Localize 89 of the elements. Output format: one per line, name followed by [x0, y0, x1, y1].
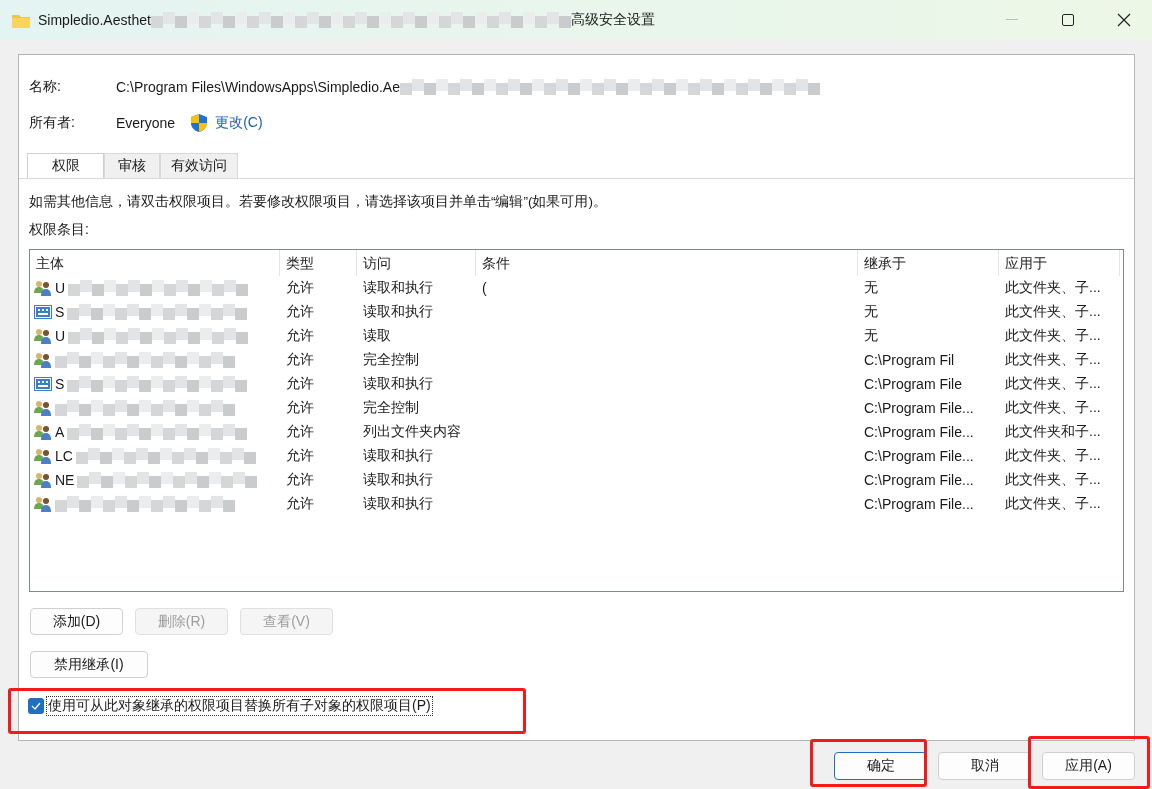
table-cell-text: 允许 — [285, 375, 315, 393]
dialog-button[interactable]: 确定 — [834, 752, 927, 780]
table-cell: NE — [55, 472, 75, 488]
table-cell-text: 读取和执行 — [362, 303, 434, 321]
tab[interactable]: 审核 — [104, 153, 160, 178]
table-cell-text: 完全控制 — [362, 351, 420, 369]
table-cell-text: 此文件夹、子... — [1004, 471, 1102, 489]
table-cell-text: 读取和执行 — [362, 471, 434, 489]
owner-value: Everyone — [116, 115, 176, 131]
window-title-end: 高级安全设置 — [570, 11, 655, 29]
table-cell-text: 无 — [863, 279, 879, 297]
users-icon — [34, 448, 52, 464]
table-cell-text: 读取和执行 — [362, 447, 434, 465]
tab[interactable]: 权限 — [27, 153, 104, 178]
close-icon — [1117, 13, 1131, 27]
table-cell: A — [55, 424, 65, 440]
users-icon — [34, 496, 52, 512]
table-cell-text: 允许 — [285, 447, 315, 465]
table-cell-text: 允许 — [285, 279, 315, 297]
name-label: 名称: — [29, 78, 62, 96]
table-cell-text: 允许 — [285, 495, 315, 513]
checkbox-label[interactable]: 使用可从此对象继承的权限项目替换所有子对象的权限项目(P) — [47, 697, 432, 715]
table-cell-text: 允许 — [285, 471, 315, 489]
users-icon — [34, 424, 52, 440]
table-cell-text: C:\Program File... — [863, 496, 975, 512]
users-icon — [34, 352, 52, 368]
table-cell-text: 此文件夹、子... — [1004, 351, 1102, 369]
table-cell-text: C:\Program Fil — [863, 352, 956, 368]
minimize-icon — [1006, 19, 1018, 21]
entry-button[interactable]: 添加(D) — [30, 608, 123, 635]
table-cell-text: ( — [481, 280, 488, 296]
folder-icon — [12, 12, 30, 28]
computer-icon — [34, 377, 52, 391]
table-cell-text: 读取和执行 — [362, 495, 434, 513]
dialog-button[interactable]: 取消 — [938, 752, 1031, 780]
table-cell-text: 此文件夹、子... — [1004, 327, 1102, 345]
maximize-icon — [1062, 14, 1074, 26]
column-header[interactable]: 条件 — [476, 250, 858, 276]
table-cell-text: C:\Program File... — [863, 424, 975, 440]
table-cell-text: 列出文件夹内容 — [362, 423, 462, 441]
column-header[interactable]: 主体 — [30, 250, 280, 276]
table-cell-text: 无 — [863, 303, 879, 321]
table-cell-text: 此文件夹、子... — [1004, 447, 1102, 465]
name-value: C:\Program Files\WindowsApps\Simpledio.Ae — [116, 79, 400, 95]
tab[interactable]: 有效访问 — [160, 153, 238, 178]
shield-icon — [191, 114, 208, 132]
table-cell-text: C:\Program File... — [863, 472, 975, 488]
table-cell-text: C:\Program File... — [863, 448, 975, 464]
computer-icon — [34, 305, 52, 319]
column-header[interactable]: 类型 — [280, 250, 357, 276]
change-owner-link[interactable]: 更改(C) — [215, 114, 263, 132]
table-cell: U — [55, 280, 66, 296]
table-cell-text: 此文件夹、子... — [1004, 303, 1102, 321]
table-cell-text: 读取和执行 — [362, 375, 434, 393]
table-cell-text: 此文件夹和子... — [1004, 423, 1102, 441]
table-cell: LC — [55, 448, 73, 464]
table-cell-text: 允许 — [285, 303, 315, 321]
table-cell-text: 允许 — [285, 399, 315, 417]
users-icon — [34, 328, 52, 344]
table-cell-text: C:\Program File... — [863, 400, 975, 416]
dialog-button[interactable]: 应用(A) — [1042, 752, 1135, 780]
column-header[interactable]: 访问 — [357, 250, 476, 276]
checkmark-icon — [31, 702, 41, 710]
table-cell-text: C:\Program File — [863, 376, 964, 392]
owner-label: 所有者: — [29, 114, 76, 132]
table-cell-text: 此文件夹、子... — [1004, 399, 1102, 417]
users-icon — [34, 280, 52, 296]
table-cell-text: 此文件夹、子... — [1004, 375, 1102, 393]
window-title: Simpledio.Aesthet — [38, 12, 151, 28]
table-cell-text: 读取 — [362, 327, 392, 345]
table-cell-text: 读取和执行 — [362, 279, 434, 297]
table-cell: S — [55, 304, 65, 320]
disable-inheritance-button[interactable]: 禁用继承(I) — [30, 651, 148, 678]
info-text: 如需其他信息，请双击权限项目。若要修改权限项目，请选择该项目并单击“编辑”(如果可用)。 — [29, 193, 608, 211]
table-cell-text: 此文件夹、子... — [1004, 279, 1102, 297]
users-icon — [34, 400, 52, 416]
checkbox[interactable] — [28, 698, 44, 714]
table-cell-text: 允许 — [285, 351, 315, 369]
column-header[interactable]: 应用于 — [999, 250, 1120, 276]
table-cell-text: 允许 — [285, 327, 315, 345]
column-header[interactable]: 继承于 — [858, 250, 999, 276]
table-cell-text: 此文件夹、子... — [1004, 495, 1102, 513]
entries-label: 权限条目: — [29, 221, 90, 239]
users-icon — [34, 472, 52, 488]
table-cell: S — [55, 376, 65, 392]
table-cell-text: 无 — [863, 327, 879, 345]
table-cell-text: 完全控制 — [362, 399, 420, 417]
table-cell: U — [55, 328, 66, 344]
table-cell-text: 允许 — [285, 423, 315, 441]
